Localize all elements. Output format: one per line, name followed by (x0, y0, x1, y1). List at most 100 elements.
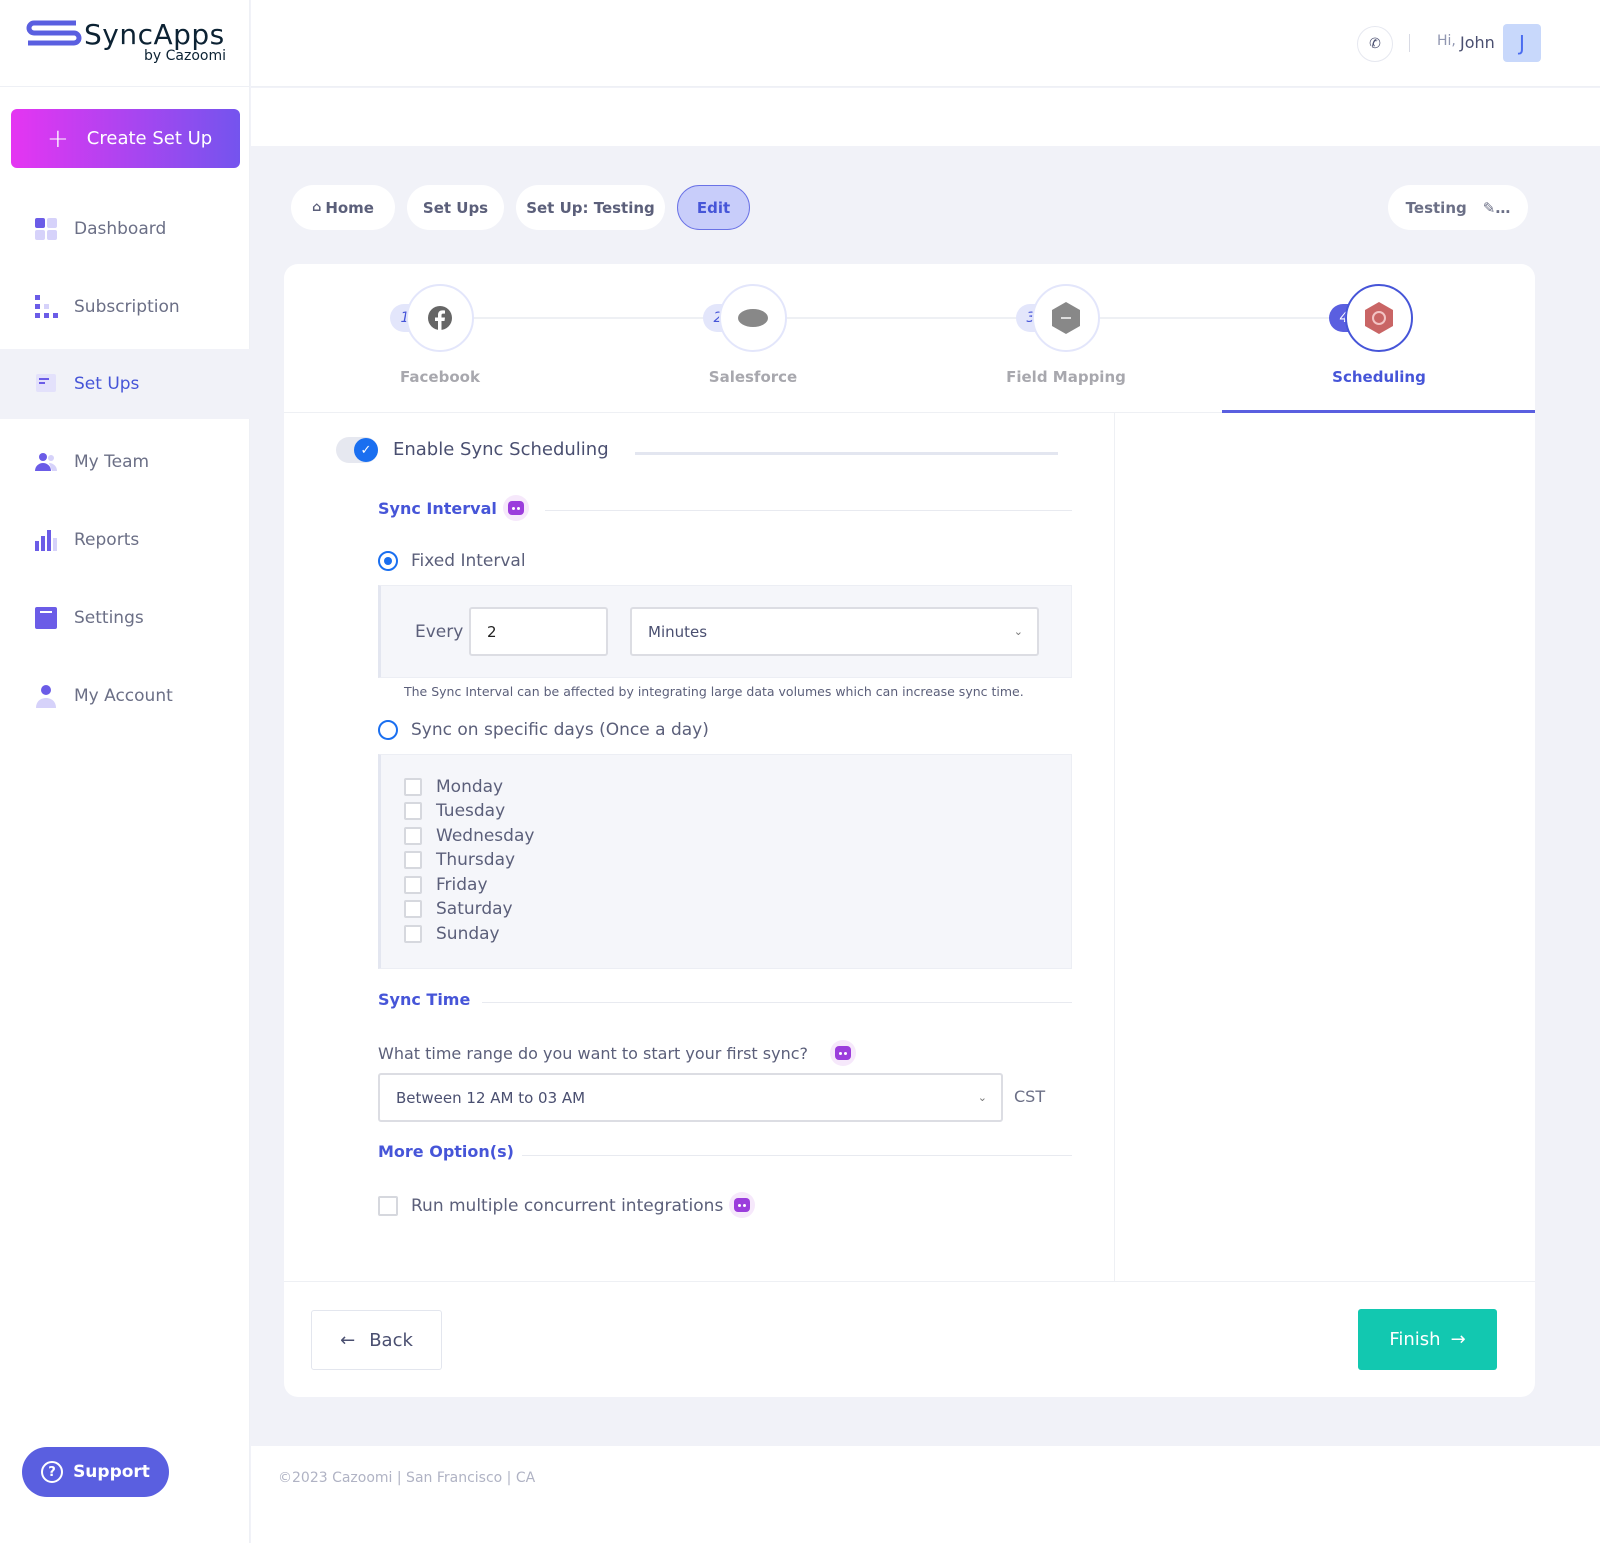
sidebar-item-label: Set Ups (74, 374, 140, 394)
sidebar-item-settings[interactable]: Settings (0, 583, 250, 653)
sidebar-item-label: My Account (74, 686, 173, 706)
team-icon (35, 453, 57, 471)
reports-icon (35, 530, 57, 551)
every-label: Every (415, 622, 464, 642)
header-band (251, 88, 1600, 146)
divider (635, 452, 1058, 455)
finish-button[interactable]: Finish → (1358, 1309, 1497, 1370)
step-circle (1345, 284, 1413, 352)
day-wednesday[interactable]: Wednesday (404, 826, 534, 846)
day-saturday[interactable]: Saturday (404, 899, 513, 919)
help-bot-icon[interactable] (830, 1040, 856, 1066)
phone-button[interactable]: ✆ (1357, 26, 1393, 62)
divider (284, 1281, 1535, 1282)
breadcrumb-setups[interactable]: Set Ups (407, 185, 504, 230)
arrow-right-icon: → (1450, 1329, 1466, 1350)
settings-icon (35, 607, 57, 629)
checkbox[interactable] (404, 925, 422, 943)
top-bar (251, 0, 1600, 87)
day-label: Thursday (436, 850, 516, 870)
sidebar-item-label: Settings (74, 608, 144, 628)
day-label: Saturday (436, 899, 513, 919)
checkbox[interactable] (404, 851, 422, 869)
chevron-down-icon: ⌄ (1013, 625, 1023, 638)
step-label: Salesforce (708, 368, 798, 386)
user-name: John (1460, 33, 1495, 52)
avatar[interactable]: J (1503, 24, 1541, 62)
more-options-title: More Option(s) (378, 1142, 514, 1161)
day-label: Sunday (436, 924, 500, 944)
sidebar-item-my-team[interactable]: My Team (0, 427, 250, 497)
timezone-label: CST (1014, 1087, 1046, 1106)
day-sunday[interactable]: Sunday (404, 924, 500, 944)
divider (1114, 413, 1115, 1281)
plus-icon: + (47, 123, 69, 154)
day-monday[interactable]: Monday (404, 777, 503, 797)
checkbox[interactable] (404, 778, 422, 796)
step-circle (1032, 284, 1100, 352)
concurrent-label: Run multiple concurrent integrations (411, 1196, 724, 1216)
sidebar-item-subscription[interactable]: Subscription (0, 272, 250, 342)
breadcrumb-home[interactable]: ⌂ Home (291, 185, 395, 230)
sidebar-item-label: Subscription (74, 297, 180, 317)
sidebar-item-label: Reports (74, 530, 140, 550)
sidebar-item-my-account[interactable]: My Account (0, 661, 250, 731)
enable-sync-label: Enable Sync Scheduling (393, 439, 609, 460)
time-range-select[interactable]: Between 12 AM to 03 AM ⌄ (378, 1073, 1003, 1122)
selected-unit: Minutes (648, 622, 708, 641)
step-label: Facebook (400, 368, 480, 386)
home-icon: ⌂ (312, 200, 322, 215)
interval-unit-select[interactable]: Minutes ⌄ (630, 607, 1039, 656)
sidebar-item-label: My Team (74, 452, 150, 472)
support-button[interactable]: ? Support (22, 1447, 169, 1497)
active-step-indicator (1222, 410, 1535, 413)
setup-name: Testing (1405, 198, 1467, 217)
logo-mark-icon (26, 20, 82, 46)
day-label: Wednesday (436, 826, 535, 846)
sidebar-item-setups[interactable]: Set Ups (0, 349, 250, 419)
copyright: ©2023 Cazoomi | San Francisco | CA (278, 1470, 536, 1486)
checkbox[interactable] (404, 827, 422, 845)
sidebar-item-dashboard[interactable]: Dashboard (0, 194, 250, 264)
divider (0, 86, 250, 87)
pencil-icon[interactable]: ✎… (1483, 199, 1511, 217)
checkbox[interactable] (404, 802, 422, 820)
chevron-down-icon: ⌄ (977, 1091, 987, 1104)
sidebar-item-reports[interactable]: Reports (0, 505, 250, 575)
day-friday[interactable]: Friday (404, 875, 488, 895)
day-tuesday[interactable]: Tuesday (404, 801, 505, 821)
check-icon: ✓ (354, 438, 378, 462)
interval-value-input[interactable]: 2 (469, 607, 608, 656)
concurrent-checkbox[interactable] (378, 1196, 398, 1216)
breadcrumb-edit[interactable]: Edit (677, 185, 750, 230)
fixed-interval-label: Fixed Interval (411, 551, 526, 571)
help-bot-icon[interactable] (729, 1192, 755, 1218)
steps-connector (440, 317, 1380, 319)
setup-name-edit[interactable]: Testing ✎… (1388, 185, 1528, 230)
finish-label: Finish (1389, 1329, 1441, 1350)
account-icon (36, 685, 56, 708)
brand-byline: by Cazoomi (144, 48, 226, 64)
step-label: Field Mapping (1006, 368, 1126, 386)
help-bot-icon[interactable] (503, 495, 529, 521)
sidebar-item-label: Dashboard (74, 219, 167, 239)
checkbox[interactable] (404, 876, 422, 894)
sync-interval-title: Sync Interval (378, 499, 497, 518)
checkbox[interactable] (404, 900, 422, 918)
field-mapping-icon (1052, 302, 1080, 334)
back-button[interactable]: ← Back (311, 1310, 442, 1370)
footer (251, 1446, 1600, 1543)
day-thursday[interactable]: Thursday (404, 850, 515, 870)
specific-days-radio[interactable] (378, 720, 398, 740)
subscription-icon (35, 295, 58, 318)
selected-time-range: Between 12 AM to 03 AM (396, 1088, 586, 1107)
enable-sync-toggle[interactable]: ✓ (336, 437, 378, 463)
divider (482, 1002, 1072, 1003)
day-label: Monday (436, 777, 504, 797)
create-setup-button[interactable]: + Create Set Up (11, 109, 240, 168)
fixed-interval-radio[interactable] (378, 551, 398, 571)
support-label: Support (73, 1462, 150, 1482)
create-setup-label: Create Set Up (86, 128, 213, 149)
logo[interactable]: SyncApps by Cazoomi (26, 16, 226, 71)
breadcrumb-setup-testing[interactable]: Set Up: Testing (516, 185, 665, 230)
